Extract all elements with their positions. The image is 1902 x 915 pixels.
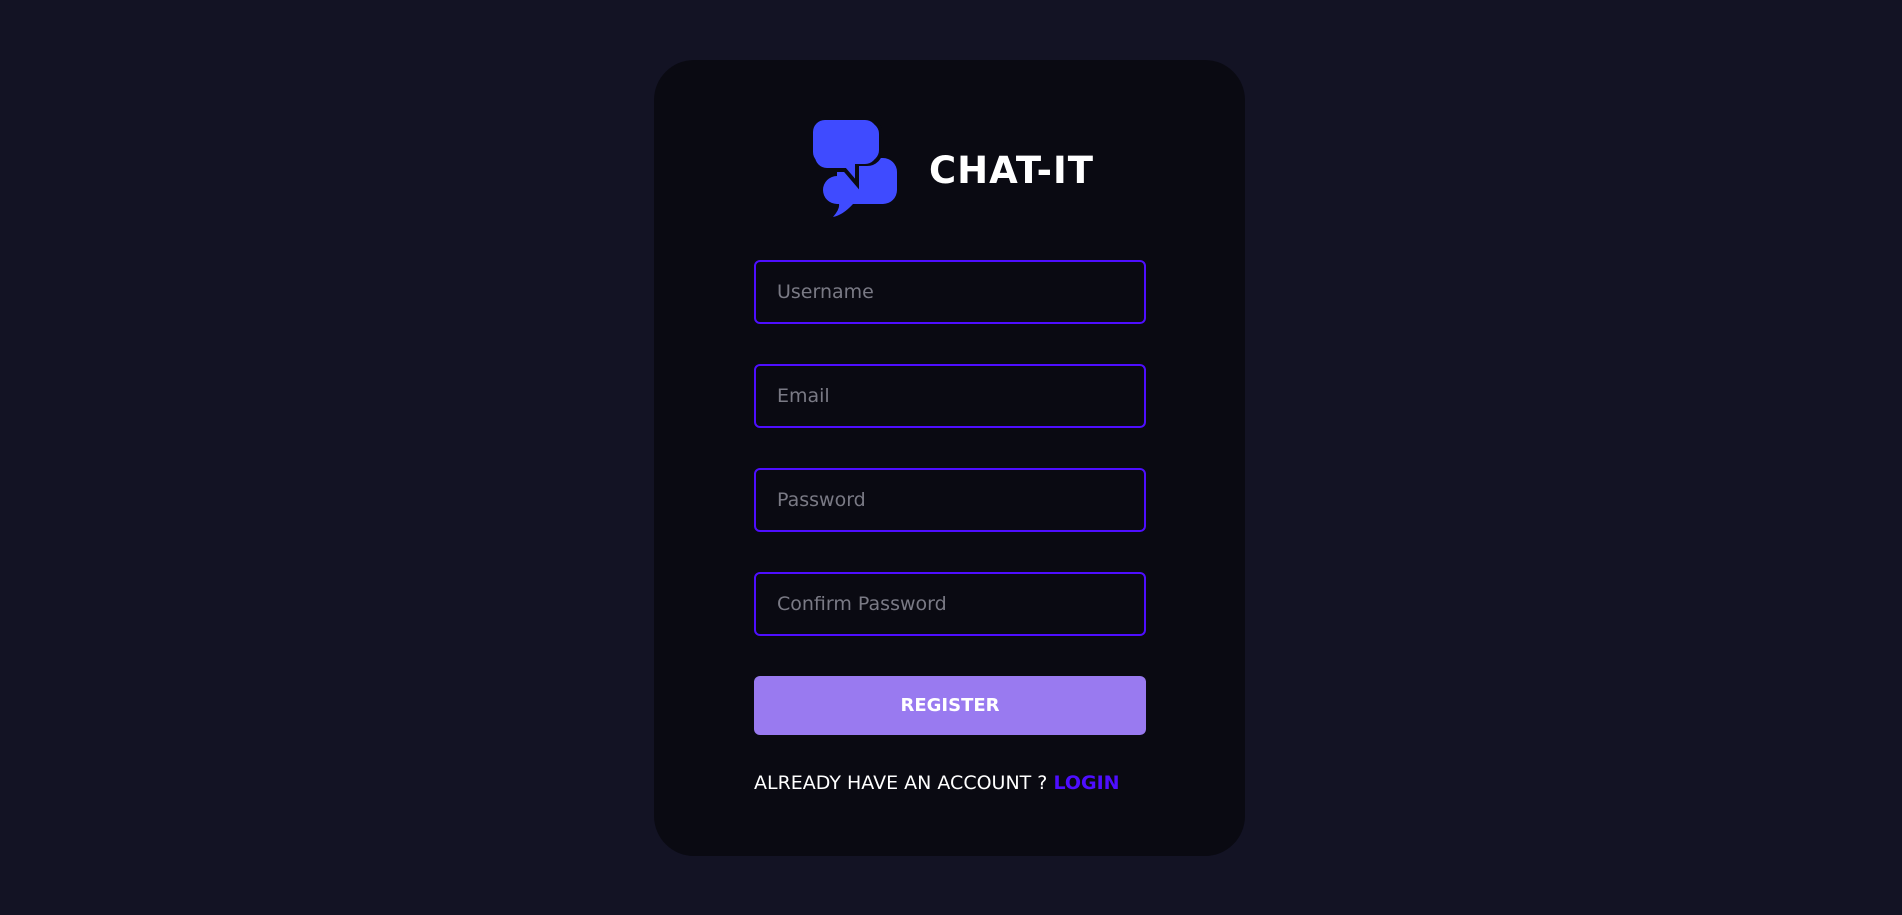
confirm-password-input[interactable]: [754, 572, 1146, 636]
chat-bubbles-icon: [813, 120, 909, 220]
brand: CHAT-IT: [813, 120, 1094, 220]
login-link[interactable]: LOGIN: [1053, 772, 1119, 794]
email-input[interactable]: [754, 364, 1146, 428]
register-button[interactable]: REGISTER: [754, 676, 1146, 735]
register-card: CHAT-IT REGISTER ALREADY HAVE AN ACCOUNT…: [654, 60, 1245, 856]
login-prompt-text: ALREADY HAVE AN ACCOUNT ?: [754, 772, 1048, 794]
login-prompt: ALREADY HAVE AN ACCOUNT ? LOGIN: [754, 772, 1146, 794]
app-name: CHAT-IT: [929, 148, 1095, 192]
username-input[interactable]: [754, 260, 1146, 324]
password-input[interactable]: [754, 468, 1146, 532]
